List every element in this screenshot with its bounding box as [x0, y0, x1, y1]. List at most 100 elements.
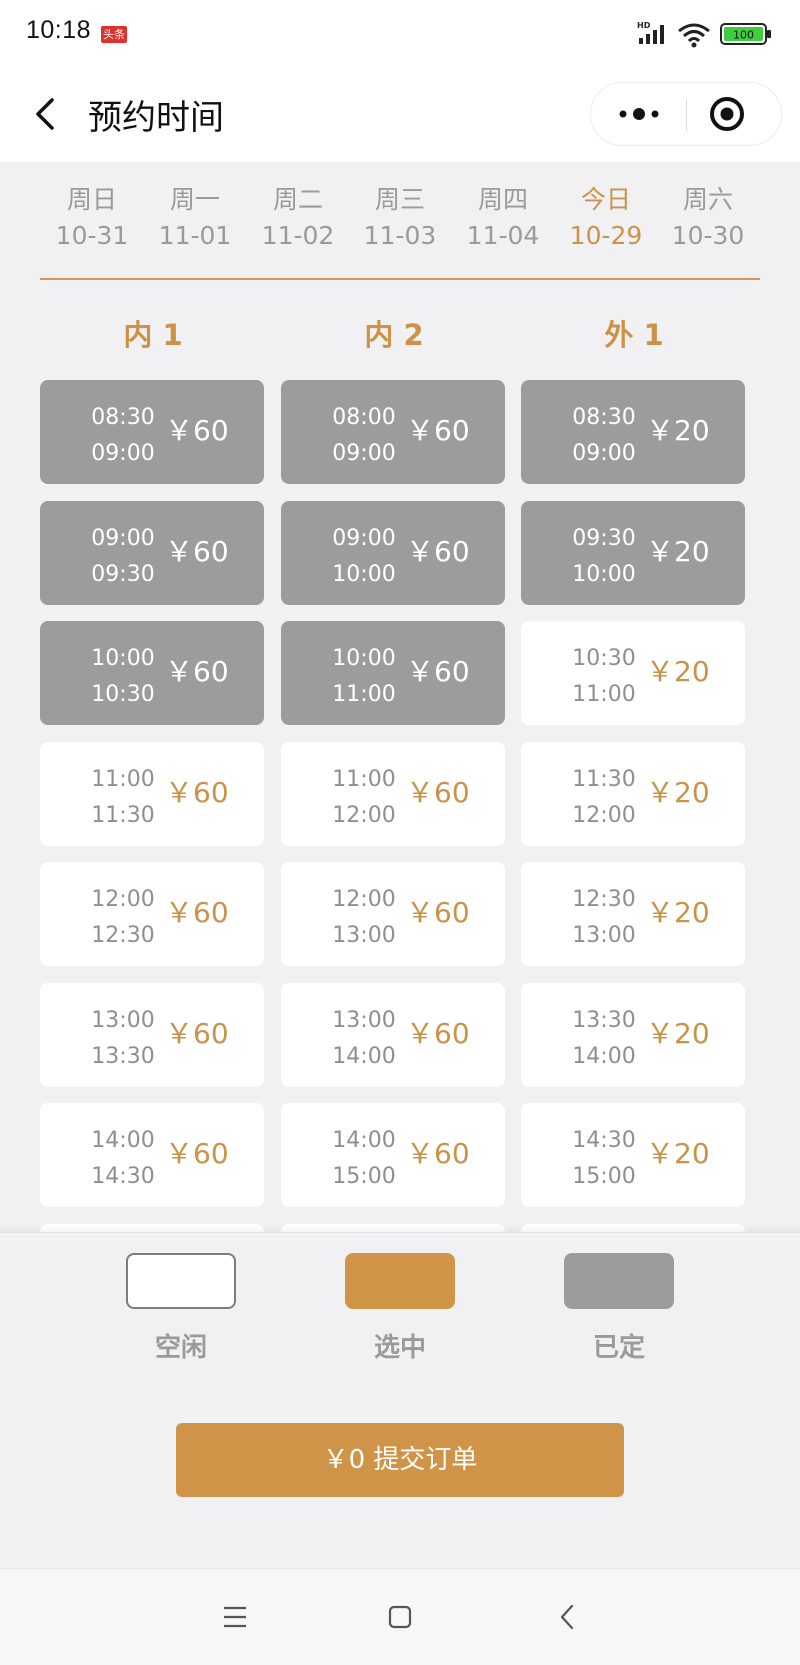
- slot-end-time: 12:00: [572, 803, 636, 828]
- slot-end-time: 13:00: [332, 923, 396, 948]
- time-slot[interactable]: 13:00 14:00 ￥60: [281, 983, 505, 1087]
- slot-end-time: 13:00: [572, 923, 636, 948]
- target-circle-icon[interactable]: [687, 83, 782, 145]
- time-slot[interactable]: 14:00 14:30 ￥60: [40, 1103, 264, 1207]
- legend-item: 已定: [564, 1253, 674, 1364]
- day-tab-6[interactable]: 周六 10-30: [668, 184, 748, 254]
- time-slot[interactable]: 12:00 12:30 ￥60: [40, 862, 264, 966]
- slot-times: 08:30 09:00: [559, 400, 649, 472]
- slot-times: 10:00 11:00: [319, 641, 409, 713]
- time-slot[interactable]: 12:30 13:00 ￥20: [521, 862, 745, 966]
- slot-price: ￥20: [646, 1137, 710, 1170]
- time-slot[interactable]: 08:00 09:00 ￥60: [281, 380, 505, 484]
- submit-order-button[interactable]: ￥0 提交订单: [176, 1423, 624, 1497]
- legend-item: 空闲: [126, 1253, 236, 1364]
- time-slot[interactable]: 11:30 12:00 ￥20: [521, 742, 745, 846]
- time-slot[interactable]: 13:30 14:00 ￥20: [521, 983, 745, 1087]
- slot-times: 13:00 14:00: [319, 1003, 409, 1075]
- day-tab-date: 11-03: [363, 221, 437, 250]
- slot-start-time: 09:30: [572, 526, 636, 551]
- day-tab-3[interactable]: 周三 11-03: [360, 184, 440, 254]
- time-slot[interactable]: 12:00 13:00 ￥60: [281, 862, 505, 966]
- time-slot[interactable]: 10:00 10:30 ￥60: [40, 621, 264, 725]
- day-tab-date: 10-31: [55, 221, 129, 250]
- slot-times: 08:30 09:00: [78, 400, 168, 472]
- time-slot[interactable]: 14:30 15:00 ￥20: [521, 1103, 745, 1207]
- slot-start-time: 12:00: [91, 887, 155, 912]
- time-slot[interactable]: 09:00 10:00 ￥60: [281, 501, 505, 605]
- slot-end-time: 13:30: [91, 1044, 155, 1069]
- slot-end-time: 14:00: [572, 1044, 636, 1069]
- network-label: HD: [637, 21, 651, 30]
- slot-start-time: 10:00: [91, 646, 155, 671]
- time-slot[interactable]: 10:00 11:00 ￥60: [281, 621, 505, 725]
- slot-times: 11:30 12:00: [559, 762, 649, 834]
- legend-item: 选中: [345, 1253, 455, 1364]
- slot-end-time: 10:00: [332, 562, 396, 587]
- slot-end-time: 09:30: [91, 562, 155, 587]
- slot-end-time: 09:00: [91, 441, 155, 466]
- day-tab-date: 11-01: [158, 221, 232, 250]
- slot-times: 09:00 09:30: [78, 521, 168, 593]
- slot-end-time: 11:30: [91, 803, 155, 828]
- slot-times: 11:00 11:30: [78, 762, 168, 834]
- time-slot-hidden[interactable]: [521, 1224, 745, 1232]
- slot-price: ￥60: [406, 535, 470, 568]
- day-tab-name: 周六: [682, 185, 733, 214]
- slot-end-time: 11:00: [572, 682, 636, 707]
- time-slot[interactable]: 14:00 15:00 ￥60: [281, 1103, 505, 1207]
- status-time: 10:18: [26, 16, 92, 44]
- slot-start-time: 13:00: [332, 1008, 396, 1033]
- slot-end-time: 10:30: [91, 682, 155, 707]
- slot-end-time: 14:00: [332, 1044, 396, 1069]
- time-slot-grid: 08:30 09:00 ￥60 09:00 09:30 ￥60 10:00 10:30 ￥60 1…: [0, 380, 800, 1232]
- legend-label: 空闲: [154, 1333, 207, 1363]
- time-slot[interactable]: 08:30 09:00 ￥60: [40, 380, 264, 484]
- home-square-icon[interactable]: [380, 1597, 420, 1637]
- slot-start-time: 09:00: [91, 526, 155, 551]
- legend-swatch: [126, 1253, 236, 1309]
- slot-times: 14:00 15:00: [319, 1123, 409, 1195]
- back-arrow-icon[interactable]: [28, 90, 68, 138]
- time-slot[interactable]: 13:00 13:30 ￥60: [40, 983, 264, 1087]
- time-slot[interactable]: 09:30 10:00 ￥20: [521, 501, 745, 605]
- back-chevron-icon[interactable]: [548, 1597, 588, 1637]
- time-slot[interactable]: 10:30 11:00 ￥20: [521, 621, 745, 725]
- day-tab-name: 周日: [66, 185, 117, 214]
- slot-price: ￥60: [165, 896, 229, 929]
- time-slot-hidden[interactable]: [40, 1224, 264, 1232]
- time-slot[interactable]: 09:00 09:30 ￥60: [40, 501, 264, 605]
- slot-price: ￥60: [165, 655, 229, 688]
- slot-start-time: 11:00: [332, 767, 396, 792]
- slot-price: ￥60: [406, 1137, 470, 1170]
- slot-times: 13:00 13:30: [78, 1003, 168, 1075]
- slot-start-time: 13:30: [572, 1008, 636, 1033]
- slot-times: 12:00 12:30: [78, 882, 168, 954]
- status-bar: 10:18 头条 HD 100: [0, 0, 800, 68]
- menu-icon[interactable]: [215, 1597, 255, 1637]
- time-slot[interactable]: 08:30 09:00 ￥20: [521, 380, 745, 484]
- slot-start-time: 14:30: [572, 1128, 636, 1153]
- bottom-panel: 空闲 选中 已定 ￥0 提交订单: [0, 1232, 800, 1568]
- day-tab-5[interactable]: 今日 10-29: [566, 184, 646, 254]
- court-title-1: 内 2: [364, 318, 424, 352]
- day-tab-4[interactable]: 周四 11-04: [463, 184, 543, 254]
- system-navigation-bar: [0, 1568, 800, 1665]
- time-slot[interactable]: 11:00 12:00 ￥60: [281, 742, 505, 846]
- day-tab-2[interactable]: 周二 11-02: [258, 184, 338, 254]
- more-dots-icon[interactable]: [591, 83, 686, 145]
- slot-start-time: 12:30: [572, 887, 636, 912]
- slot-times: 10:00 10:30: [78, 641, 168, 713]
- day-tabs-divider: [40, 278, 760, 280]
- day-tab-date: 11-04: [466, 221, 540, 250]
- slot-start-time: 13:00: [91, 1008, 155, 1033]
- slot-times: 13:30 14:00: [559, 1003, 649, 1075]
- slot-price: ￥60: [406, 776, 470, 809]
- slot-price: ￥60: [165, 1017, 229, 1050]
- slot-price: ￥60: [406, 1017, 470, 1050]
- day-tab-0[interactable]: 周日 10-31: [52, 184, 132, 254]
- time-slot-hidden[interactable]: [281, 1224, 505, 1232]
- time-slot[interactable]: 11:00 11:30 ￥60: [40, 742, 264, 846]
- court-title-0: 内 1: [123, 318, 183, 352]
- day-tab-1[interactable]: 周一 11-01: [155, 184, 235, 254]
